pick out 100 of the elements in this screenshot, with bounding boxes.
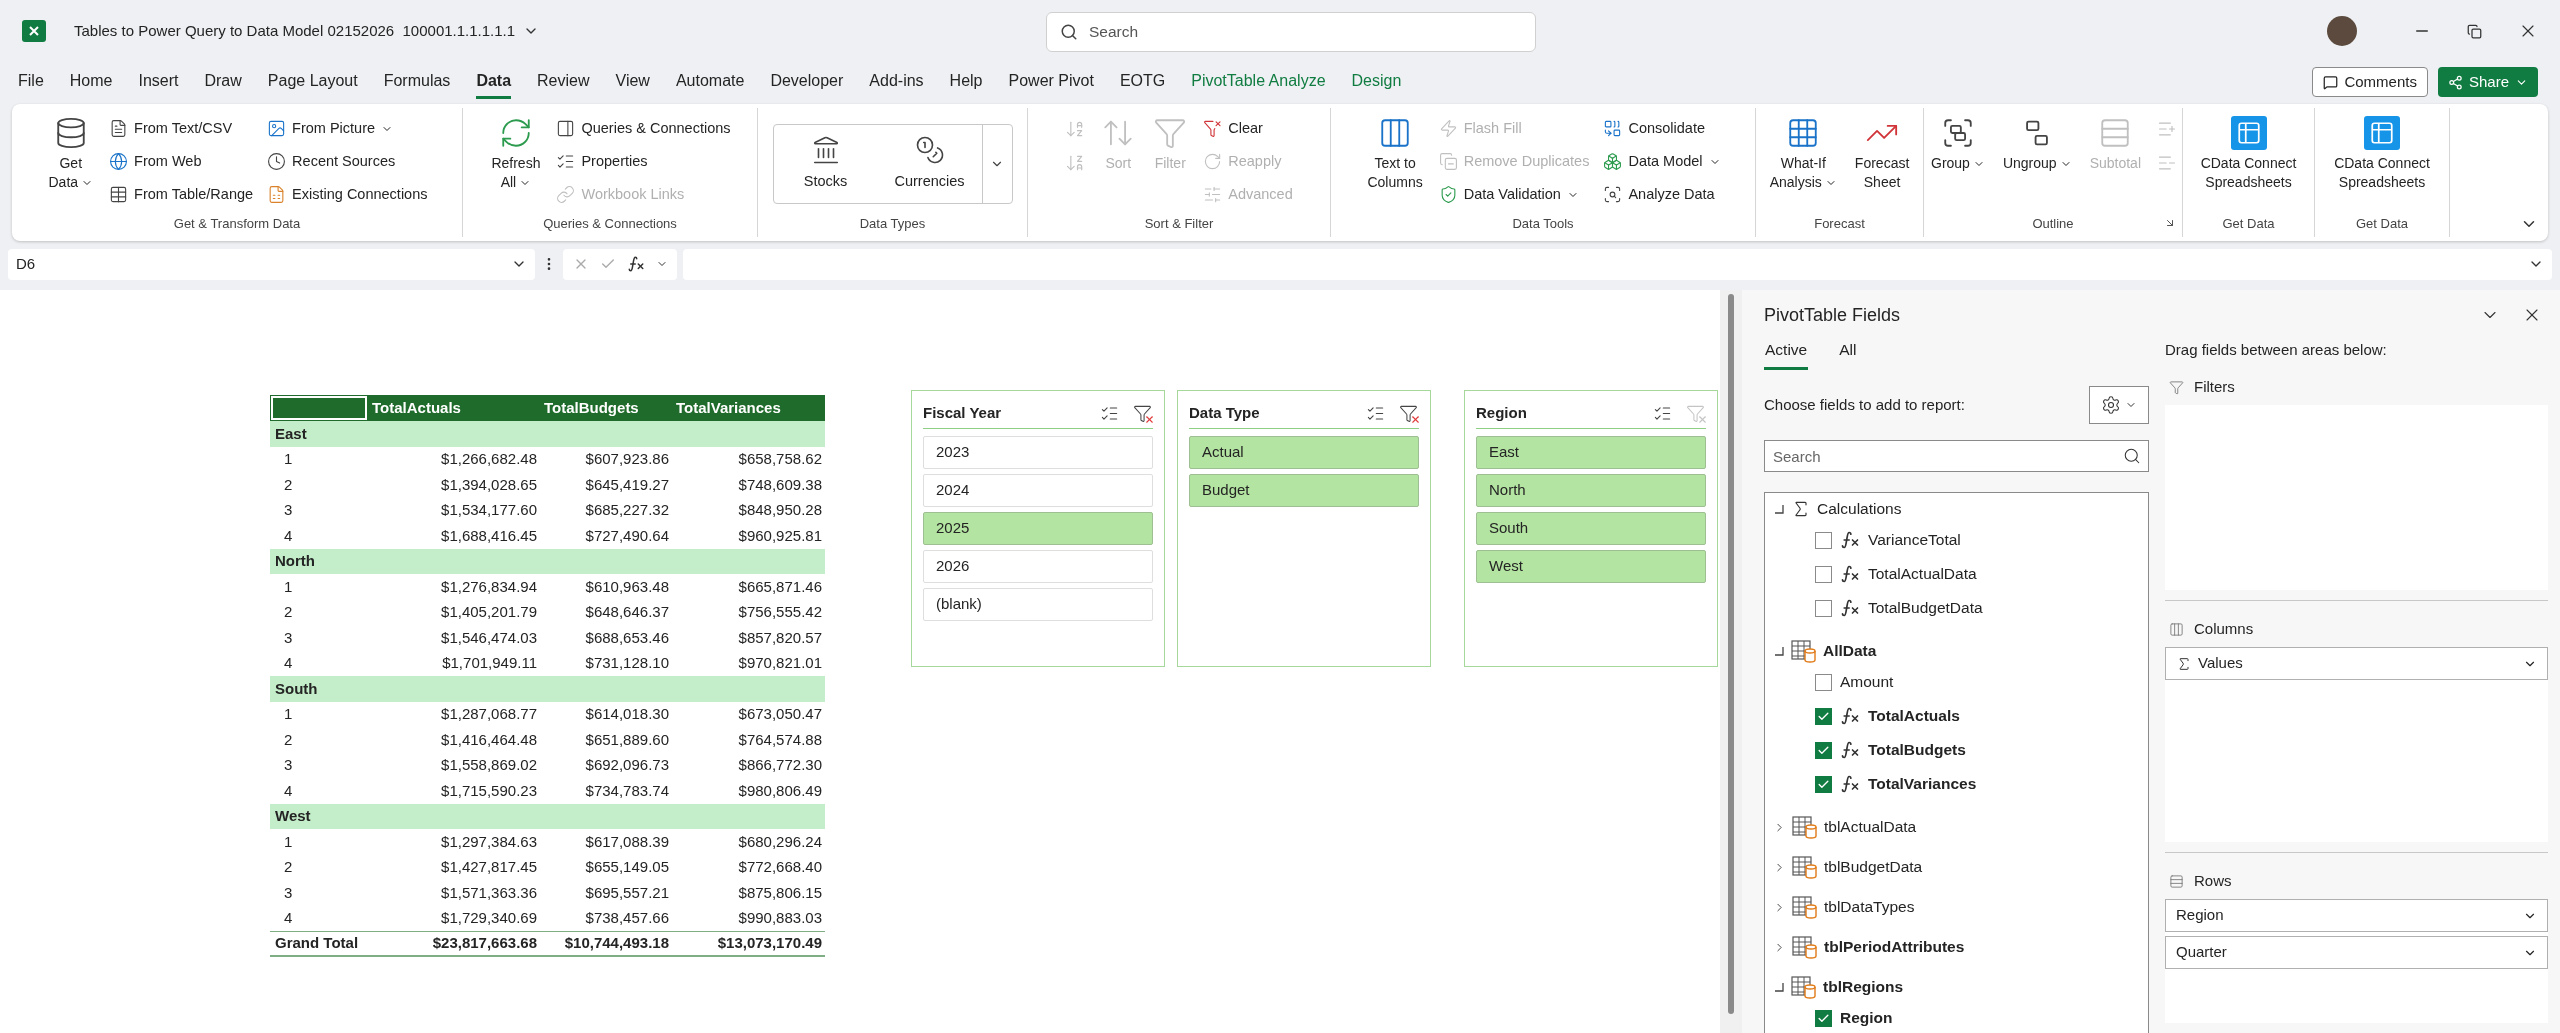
menu-tab[interactable]: File [18, 65, 44, 99]
share-button[interactable]: Share [2437, 67, 2538, 97]
ribbon-button[interactable]: Analyze Data [1599, 178, 1725, 211]
ribbon-button[interactable]: Data Validation [1434, 178, 1594, 211]
search-field[interactable]: Search [1764, 440, 2149, 472]
slicer-item[interactable]: South [1476, 512, 1706, 545]
slicer-item[interactable]: 2024 [923, 474, 1153, 507]
area-field-dropdown[interactable]: Values [2165, 647, 2548, 680]
gallery-item[interactable]: Currencies [877, 125, 982, 203]
multi-select-icon[interactable] [1100, 404, 1119, 423]
slicer-item[interactable]: Budget [1189, 474, 1419, 507]
collapse-icon[interactable] [1773, 503, 1785, 515]
field-item[interactable]: TotalBudgetData [1868, 596, 1983, 620]
avatar[interactable] [2327, 16, 2357, 46]
field-item[interactable]: TotalBudgets [1868, 738, 1966, 762]
ribbon-button[interactable]: From Table/Range [105, 178, 258, 211]
ribbon-button[interactable]: Recent Sources [263, 145, 432, 178]
slicer-item[interactable]: 2025 [923, 512, 1153, 545]
menu-tab[interactable]: Insert [138, 65, 179, 99]
menu-tab[interactable]: Help [949, 65, 983, 99]
menu-tab[interactable]: Developer [770, 65, 844, 99]
menu-tab[interactable]: Formulas [383, 65, 451, 99]
field-item[interactable]: TotalVariances [1868, 772, 1977, 796]
area-field-dropdown[interactable]: Quarter [2165, 936, 2548, 969]
gallery-item[interactable]: Stocks [773, 125, 878, 203]
comments-button[interactable]: Comments [2312, 67, 2428, 97]
collapse-icon[interactable] [1773, 981, 1785, 993]
tree-item[interactable]: AllData [1823, 639, 1877, 663]
multi-select-icon[interactable] [1366, 404, 1385, 423]
ribbon-button[interactable]: Forecast Sheet [1848, 112, 1916, 192]
tree-item[interactable]: tblPeriodAttributes [1824, 935, 1965, 959]
slicer-item[interactable]: 2026 [923, 550, 1153, 583]
ribbon-button[interactable]: What-If Analysis [1763, 112, 1843, 192]
search-field[interactable]: Search [1046, 12, 1536, 52]
area-field-dropdown[interactable]: Region [2165, 899, 2548, 932]
ribbon-button[interactable]: Data Model [1599, 145, 1725, 178]
checkbox[interactable] [1815, 741, 1832, 759]
menu-tab[interactable]: View [615, 65, 650, 99]
tree-item[interactable]: Calculations [1817, 497, 1902, 521]
slicer-item[interactable]: (blank) [923, 588, 1153, 621]
ribbon-button[interactable]: CData Connect Spreadsheets [2328, 112, 2436, 192]
menu-tab[interactable]: Add-ins [869, 65, 924, 99]
checkbox[interactable] [1815, 599, 1832, 617]
ribbon-button[interactable]: Group [1925, 112, 1991, 173]
checkbox[interactable] [1815, 565, 1832, 583]
menu-tab[interactable]: Automate [675, 65, 745, 99]
ribbon-button[interactable]: From Text/CSV [105, 112, 258, 145]
tree-item[interactable]: tblActualData [1824, 815, 1917, 839]
field-item[interactable]: TotalActualData [1868, 562, 1977, 586]
slicer-item[interactable]: 2023 [923, 436, 1153, 469]
ribbon-button[interactable]: From Web [105, 145, 258, 178]
field-item[interactable]: TotalActuals [1868, 704, 1960, 728]
field-item[interactable]: Region [1840, 1006, 1893, 1030]
menu-tab[interactable]: Data [476, 65, 512, 99]
name-box[interactable]: D6 [8, 248, 535, 280]
menu-tab[interactable]: Design [1351, 65, 1402, 99]
checkbox[interactable] [1815, 1009, 1832, 1027]
function-icon[interactable] [626, 255, 645, 273]
dialog-launcher-icon[interactable] [2164, 217, 2176, 229]
drop-area[interactable]: Region Quarter [2165, 899, 2548, 1023]
menu-tab[interactable]: Draw [204, 65, 242, 99]
ribbon-button[interactable]: Queries & Connections [552, 112, 735, 145]
field-item[interactable]: VarianceTotal [1868, 528, 1961, 552]
drop-area[interactable]: Values [2165, 647, 2548, 842]
menu-tab[interactable]: Power Pivot [1008, 65, 1094, 99]
slicer-item[interactable]: West [1476, 550, 1706, 583]
menu-tab[interactable]: Home [69, 65, 113, 99]
formula-input[interactable] [683, 248, 2552, 280]
clear-filter-icon[interactable] [1399, 403, 1419, 424]
ribbon-button[interactable]: Properties [552, 145, 735, 178]
menu-tab[interactable]: Page Layout [267, 65, 358, 99]
ribbon-button[interactable]: Consolidate [1599, 112, 1725, 145]
ribbon-button[interactable]: Get Data [42, 112, 100, 192]
panel-tab[interactable]: All [1838, 337, 1858, 370]
menu-tab[interactable]: Review [537, 65, 590, 99]
ribbon-button[interactable]: Text to Columns [1361, 112, 1429, 192]
settings-button[interactable] [2089, 386, 2149, 424]
panel-tab[interactable]: Active [1764, 337, 1809, 370]
restore-icon[interactable] [2467, 23, 2482, 39]
ribbon-button[interactable]: Ungroup [1996, 112, 2078, 173]
tree-item[interactable]: tblDataTypes [1824, 895, 1915, 919]
field-item[interactable]: Amount [1840, 670, 1894, 694]
slicer-item[interactable]: East [1476, 436, 1706, 469]
slicer-item[interactable]: North [1476, 474, 1706, 507]
tree-item[interactable]: tblRegions [1823, 975, 1904, 999]
ribbon-button[interactable]: Clear [1199, 112, 1297, 145]
slicer-item[interactable]: Actual [1189, 436, 1419, 469]
multi-select-icon[interactable] [1653, 404, 1672, 423]
ribbon-button[interactable]: Existing Connections [263, 178, 432, 211]
menu-tab[interactable]: EOTG [1119, 65, 1166, 99]
collapse-icon[interactable] [1773, 645, 1785, 657]
menu-tab[interactable]: PivotTable Analyze [1191, 65, 1326, 99]
checkbox[interactable] [1815, 707, 1832, 725]
ribbon-button[interactable]: From Picture [263, 112, 432, 145]
clear-filter-icon[interactable] [1133, 403, 1153, 424]
checkbox[interactable] [1815, 673, 1832, 691]
tree-item[interactable]: tblBudgetData [1824, 855, 1923, 879]
document-title[interactable]: Tables to Power Query to Data Model 02152026 100001.1.1.1.1.1 [74, 19, 516, 43]
selected-cell[interactable] [271, 396, 367, 420]
checkbox[interactable] [1815, 775, 1832, 793]
